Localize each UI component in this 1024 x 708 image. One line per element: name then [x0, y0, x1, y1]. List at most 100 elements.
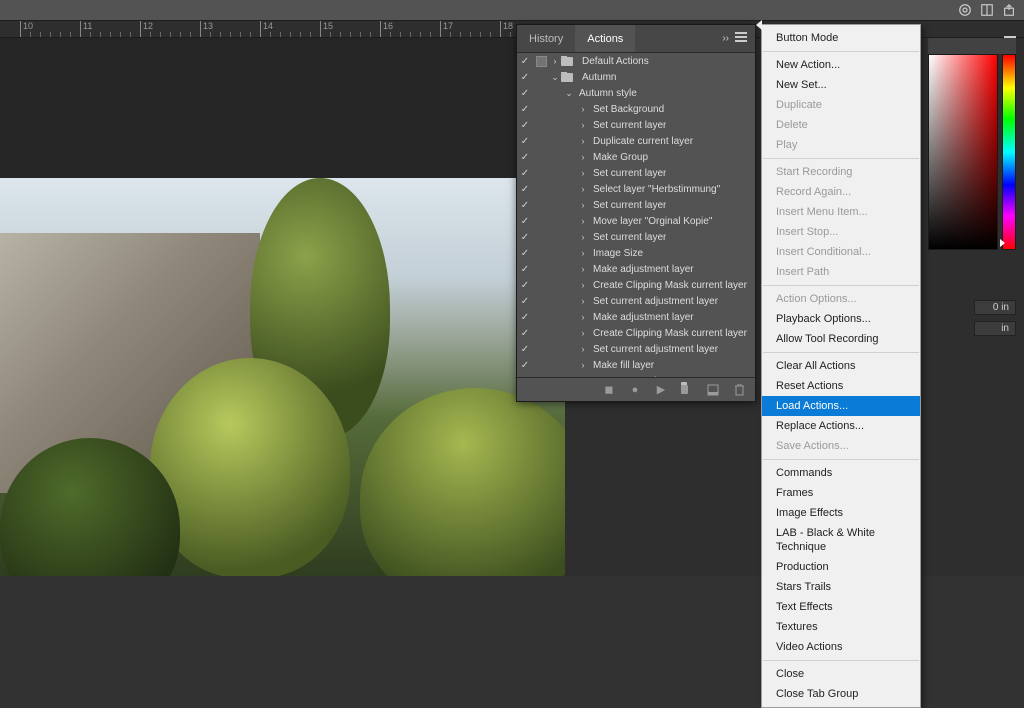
- action-row[interactable]: ✓⌄Autumn style: [517, 85, 755, 101]
- action-toggle-checkbox[interactable]: ✓: [517, 280, 533, 291]
- action-row[interactable]: ✓›Image Size: [517, 245, 755, 261]
- action-row[interactable]: ✓›Select layer "Herbstimmung": [517, 181, 755, 197]
- action-toggle-checkbox[interactable]: ✓: [517, 72, 533, 83]
- menu-item[interactable]: Button Mode: [762, 28, 920, 48]
- action-row[interactable]: ✓›Set current layer: [517, 165, 755, 181]
- play-icon[interactable]: ▶: [655, 384, 667, 396]
- action-row[interactable]: ✓⌄Autumn: [517, 69, 755, 85]
- action-row[interactable]: ✓›Set current adjustment layer: [517, 293, 755, 309]
- chevron-right-icon[interactable]: ›: [577, 152, 589, 162]
- action-row[interactable]: ✓›Set current layer: [517, 229, 755, 245]
- action-row[interactable]: ✓›Set current adjustment layer: [517, 341, 755, 357]
- chevron-down-icon[interactable]: ⌄: [549, 72, 561, 83]
- chevron-right-icon[interactable]: ›: [577, 344, 589, 354]
- action-row[interactable]: ✓›Make adjustment layer: [517, 261, 755, 277]
- menu-item[interactable]: New Action...: [762, 55, 920, 75]
- share-icon[interactable]: [1002, 3, 1016, 17]
- menu-item[interactable]: Video Actions: [762, 637, 920, 657]
- chevron-right-icon[interactable]: ›: [577, 120, 589, 130]
- trash-icon[interactable]: [733, 384, 745, 396]
- new-action-icon[interactable]: [707, 384, 719, 396]
- menu-item[interactable]: LAB - Black & White Technique: [762, 523, 920, 557]
- menu-item[interactable]: Commands: [762, 463, 920, 483]
- tab-actions[interactable]: Actions: [575, 25, 635, 52]
- action-row[interactable]: ✓›Set current layer: [517, 197, 755, 213]
- property-value-2[interactable]: in: [974, 321, 1016, 336]
- record-icon[interactable]: ●: [629, 384, 641, 396]
- menu-item[interactable]: Replace Actions...: [762, 416, 920, 436]
- action-toggle-checkbox[interactable]: ✓: [517, 328, 533, 339]
- action-toggle-checkbox[interactable]: ✓: [517, 120, 533, 131]
- action-row[interactable]: ✓›Create Clipping Mask current layer: [517, 277, 755, 293]
- action-toggle-checkbox[interactable]: ✓: [517, 248, 533, 259]
- action-toggle-checkbox[interactable]: ✓: [517, 216, 533, 227]
- menu-item[interactable]: Textures: [762, 617, 920, 637]
- action-toggle-checkbox[interactable]: ✓: [517, 88, 533, 99]
- chevron-right-icon[interactable]: ›: [577, 232, 589, 242]
- menu-item[interactable]: Load Actions...: [762, 396, 920, 416]
- menu-item[interactable]: Image Effects: [762, 503, 920, 523]
- chevron-right-icon[interactable]: ›: [577, 280, 589, 290]
- action-row[interactable]: ✓›Make Group: [517, 149, 755, 165]
- document-canvas[interactable]: [0, 38, 565, 576]
- color-panel-header[interactable]: [928, 38, 1016, 54]
- menu-item[interactable]: Clear All Actions: [762, 356, 920, 376]
- chevron-right-icon[interactable]: ›: [577, 248, 589, 258]
- chevron-down-icon[interactable]: ⌄: [563, 88, 575, 99]
- action-toggle-checkbox[interactable]: ✓: [517, 152, 533, 163]
- action-toggle-checkbox[interactable]: ✓: [517, 56, 533, 67]
- chevron-right-icon[interactable]: ›: [577, 184, 589, 194]
- color-hue-slider[interactable]: [1002, 54, 1016, 250]
- action-row[interactable]: ✓›Set Background: [517, 101, 755, 117]
- action-toggle-checkbox[interactable]: ✓: [517, 232, 533, 243]
- action-row[interactable]: ✓›Set current layer: [517, 117, 755, 133]
- hue-slider-marker[interactable]: [1000, 239, 1005, 247]
- stop-icon[interactable]: ◼: [603, 384, 615, 396]
- arrange-icon[interactable]: [980, 3, 994, 17]
- collapse-panel-icon[interactable]: ››: [722, 33, 729, 44]
- property-value-1[interactable]: 0 in: [974, 300, 1016, 315]
- action-toggle-checkbox[interactable]: ✓: [517, 360, 533, 371]
- chevron-right-icon[interactable]: ›: [577, 360, 589, 370]
- chevron-right-icon[interactable]: ›: [577, 168, 589, 178]
- action-row[interactable]: ✓›Duplicate current layer: [517, 133, 755, 149]
- actions-list[interactable]: ✓›Default Actions✓⌄Autumn✓⌄Autumn style✓…: [517, 53, 755, 377]
- chevron-right-icon[interactable]: ›: [577, 312, 589, 322]
- action-row[interactable]: ✓›Move layer "Orginal Kopie": [517, 213, 755, 229]
- action-row[interactable]: ✓›Make adjustment layer: [517, 309, 755, 325]
- new-set-icon[interactable]: [681, 384, 693, 396]
- action-toggle-checkbox[interactable]: ✓: [517, 184, 533, 195]
- action-row[interactable]: ✓›Create Clipping Mask current layer: [517, 325, 755, 341]
- chevron-right-icon[interactable]: ›: [577, 328, 589, 338]
- menu-item[interactable]: Playback Options...: [762, 309, 920, 329]
- action-toggle-checkbox[interactable]: ✓: [517, 312, 533, 323]
- chevron-right-icon[interactable]: ›: [577, 200, 589, 210]
- action-toggle-checkbox[interactable]: ✓: [517, 168, 533, 179]
- action-toggle-checkbox[interactable]: ✓: [517, 296, 533, 307]
- help-icon[interactable]: [958, 3, 972, 17]
- chevron-right-icon[interactable]: ›: [549, 56, 561, 66]
- menu-item[interactable]: Text Effects: [762, 597, 920, 617]
- action-toggle-checkbox[interactable]: ✓: [517, 200, 533, 211]
- chevron-right-icon[interactable]: ›: [577, 104, 589, 114]
- action-toggle-checkbox[interactable]: ✓: [517, 136, 533, 147]
- menu-item[interactable]: Frames: [762, 483, 920, 503]
- menu-item[interactable]: Reset Actions: [762, 376, 920, 396]
- tab-history[interactable]: History: [517, 25, 575, 52]
- action-toggle-checkbox[interactable]: ✓: [517, 264, 533, 275]
- action-toggle-checkbox[interactable]: ✓: [517, 344, 533, 355]
- action-dialog-toggle[interactable]: [533, 56, 549, 67]
- action-row[interactable]: ✓›Make fill layer: [517, 357, 755, 373]
- action-toggle-checkbox[interactable]: ✓: [517, 104, 533, 115]
- color-saturation-field[interactable]: [928, 54, 998, 250]
- chevron-right-icon[interactable]: ›: [577, 296, 589, 306]
- chevron-right-icon[interactable]: ›: [577, 216, 589, 226]
- chevron-right-icon[interactable]: ›: [577, 264, 589, 274]
- menu-item[interactable]: Allow Tool Recording: [762, 329, 920, 349]
- menu-item[interactable]: Production: [762, 557, 920, 577]
- chevron-right-icon[interactable]: ›: [577, 136, 589, 146]
- panel-flyout-menu-icon[interactable]: [735, 32, 747, 45]
- menu-item[interactable]: Stars Trails: [762, 577, 920, 597]
- menu-item[interactable]: New Set...: [762, 75, 920, 95]
- action-row[interactable]: ✓›Default Actions: [517, 53, 755, 69]
